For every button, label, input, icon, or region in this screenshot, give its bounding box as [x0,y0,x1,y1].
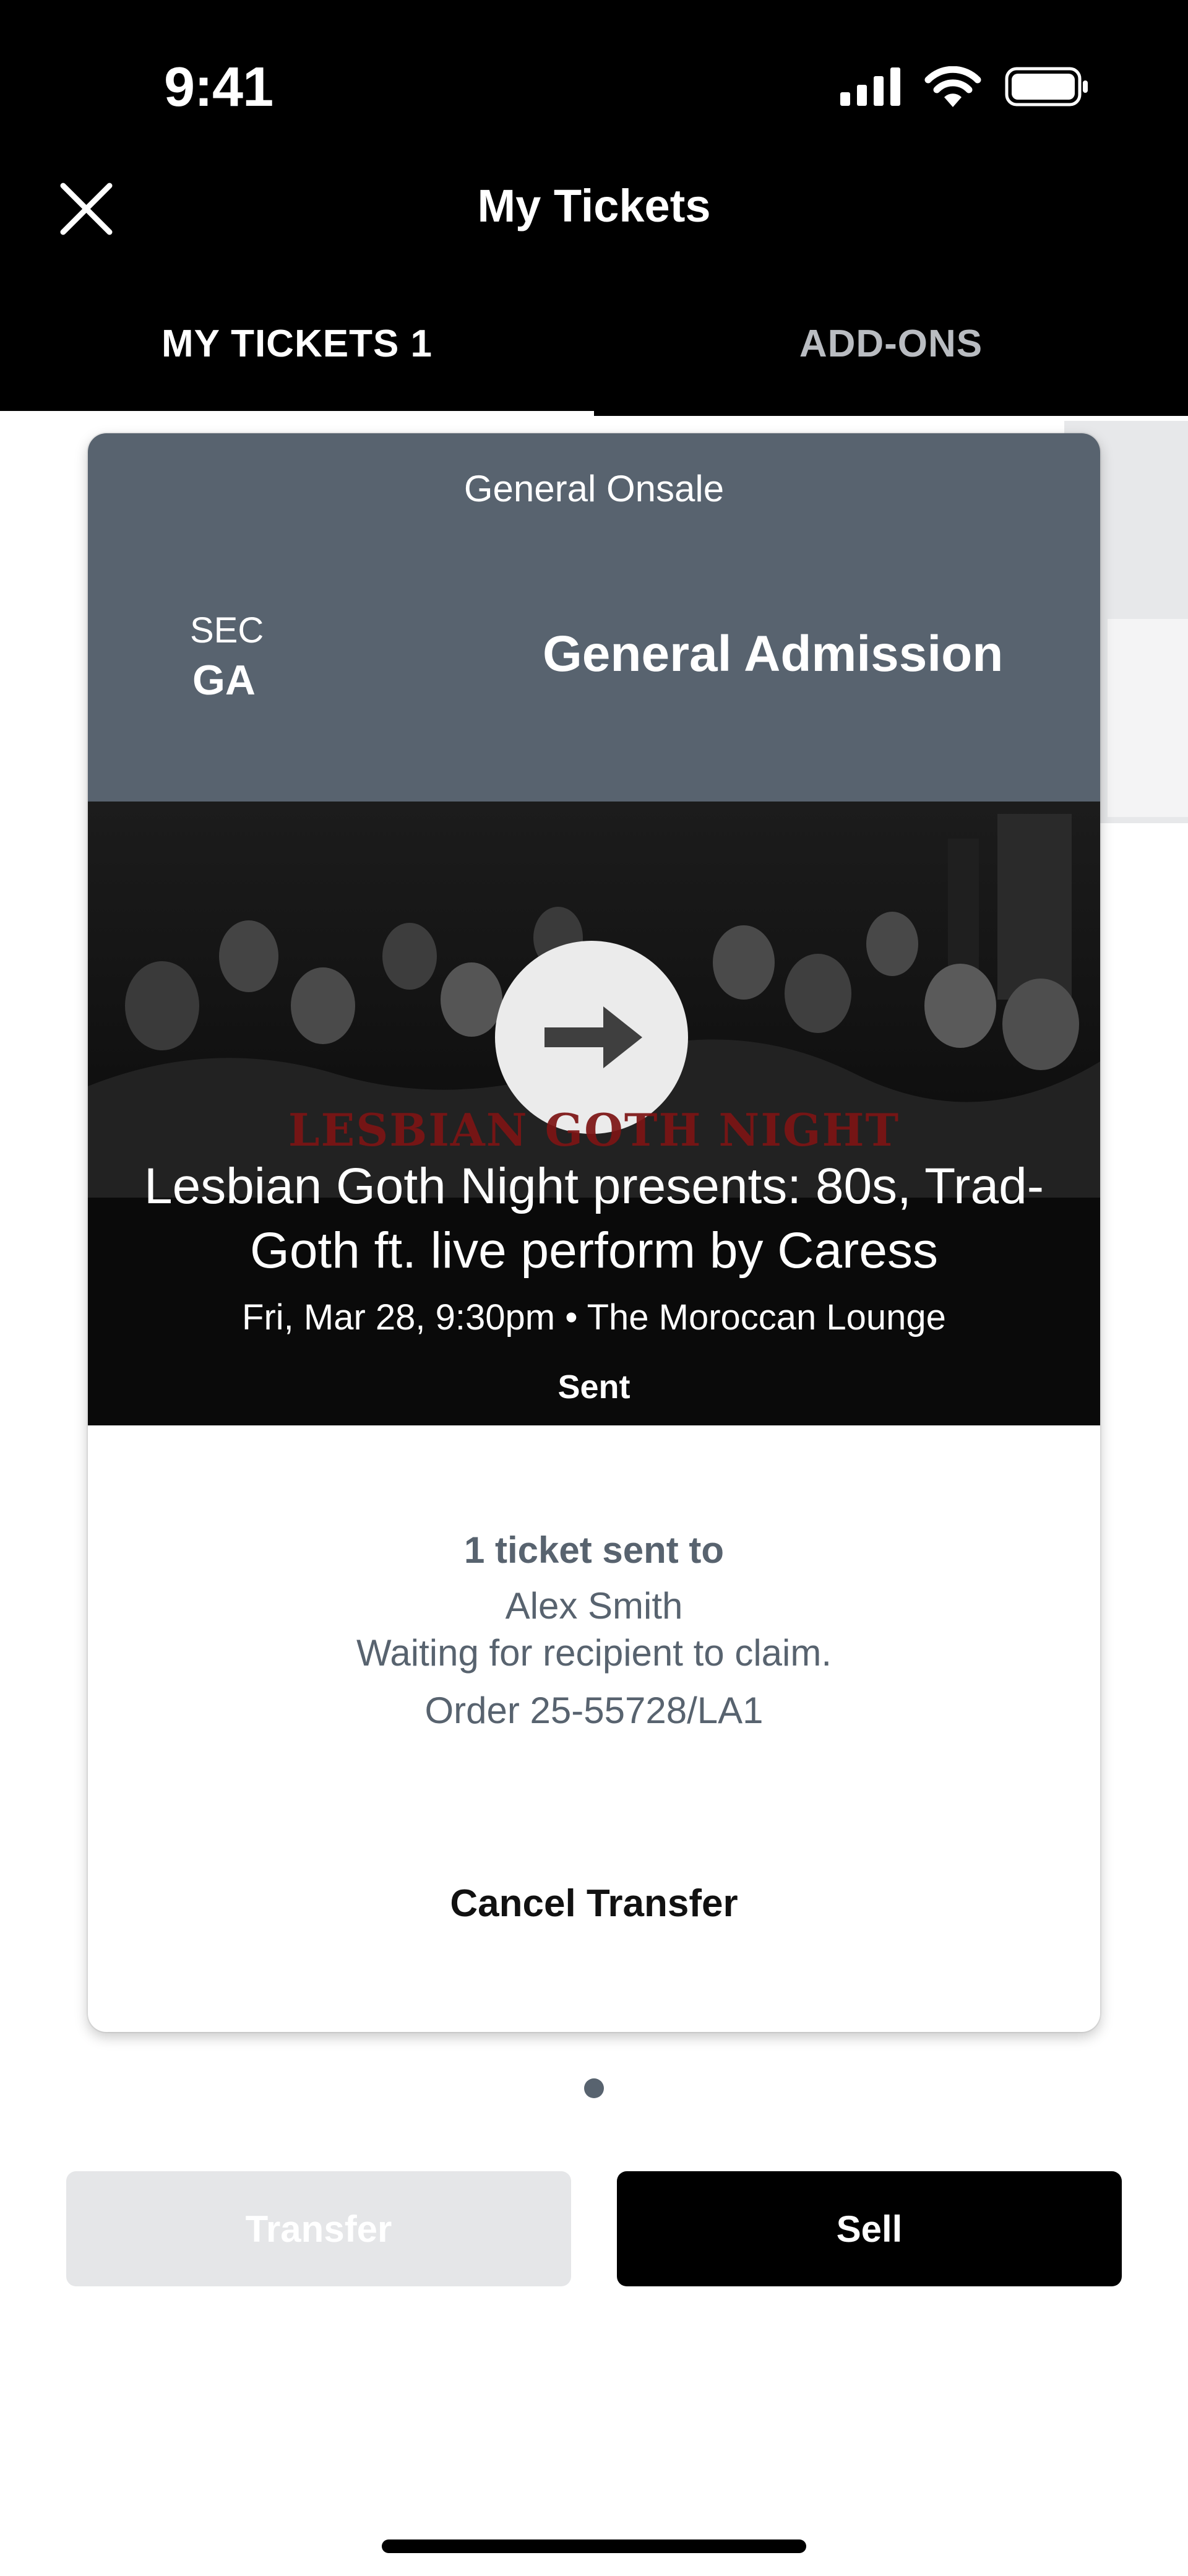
battery-icon [1005,67,1088,106]
page-indicator-dot [584,2078,604,2098]
signal-icon [840,67,900,106]
order-number: Order 25-55728/LA1 [424,1690,764,1731]
onsale-label: General Onsale [463,468,725,509]
ticket-status: Sent [557,1368,631,1406]
cancel-transfer-button[interactable]: Cancel Transfer [439,1882,749,1926]
home-indicator [382,2539,806,2553]
recipient-name: Alex Smith [505,1585,683,1627]
status-icons [840,65,1089,108]
active-tab-indicator [0,411,594,416]
sell-button[interactable]: Sell [617,2171,1122,2286]
section-value: GA [192,657,256,704]
transfer-button[interactable]: Transfer [66,2171,571,2286]
page-title: My Tickets [477,180,711,231]
event-logo: LESBIAN GOTH NIGHT [288,1104,900,1156]
tab-add-ons[interactable]: ADD-ONS [594,322,1188,366]
status-time: 9:41 [164,56,273,118]
ticket-card[interactable]: General Onsale SEC GA General Admission [88,433,1100,2032]
next-card-peek-shadow [1108,619,1188,817]
section-label: SEC [190,610,264,650]
event-hero: LESBIAN GOTH NIGHT Lesbian Goth Night pr… [88,802,1100,1425]
top-bar: 9:41 My Tickets MY TICKETS 1 ADD-ONS [0,0,1188,416]
sent-to-heading: 1 ticket sent to [463,1529,725,1571]
claim-status: Waiting for recipient to claim. [356,1632,832,1674]
admission-type: General Admission [543,626,1004,682]
transfer-details: 1 ticket sent to Alex Smith Waiting for … [88,1529,1100,1732]
event-title: Lesbian Goth Night presents: 80s, Trad-G… [144,1158,1044,1279]
event-date-venue: Fri, Mar 28, 9:30pm • The Moroccan Loung… [242,1297,946,1338]
tab-my-tickets[interactable]: MY TICKETS 1 [0,322,594,366]
ticket-header: General Onsale SEC GA General Admission [88,433,1100,802]
wifi-icon [924,66,981,107]
